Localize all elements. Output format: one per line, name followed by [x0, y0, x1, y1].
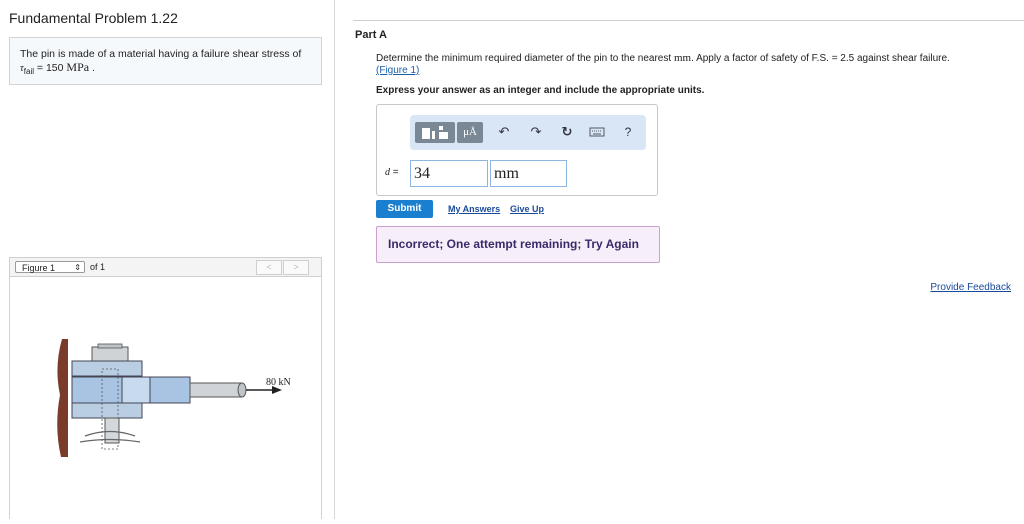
math-toolbar: μÅ ↶ ↷ ↻ ? [410, 115, 646, 150]
feedback-message: Incorrect; One attempt remaining; Try Ag… [376, 226, 660, 263]
rod-eye [121, 376, 151, 404]
tension-rod [189, 382, 243, 398]
help-icon[interactable]: ? [620, 124, 636, 140]
prev-figure-button[interactable]: < [256, 260, 282, 275]
next-figure-button[interactable]: > [283, 260, 309, 275]
figure-select-value: Figure 1 [22, 263, 56, 273]
tau-subscript: fail [23, 67, 34, 77]
figure-nav-bar: Figure 1 ⇕ of 1 < > [9, 257, 322, 277]
bolt-head-top [97, 343, 123, 349]
question-post: . Apply a factor of safety of F.S. = 2.5… [691, 53, 950, 64]
divider-line [353, 20, 1024, 21]
question-pre: Determine the minimum required diameter … [376, 53, 674, 64]
undo-icon[interactable]: ↶ [496, 124, 512, 140]
my-answers-link[interactable]: My Answers [448, 204, 500, 214]
keyboard-icon[interactable] [589, 124, 605, 144]
figure-count-label: of 1 [90, 262, 106, 272]
tau-period: . [89, 62, 95, 74]
tau-unit: MPa [66, 60, 90, 74]
answer-equals: = [390, 167, 399, 178]
bolt-head [91, 346, 129, 362]
templates-button[interactable] [415, 122, 455, 143]
instruction-text: Express your answer as an integer and in… [376, 85, 705, 96]
answer-box: μÅ ↶ ↷ ↻ ? d = 34 mm [376, 104, 658, 196]
answer-panel: Part A Determine the minimum required di… [335, 0, 1024, 519]
question-text: Determine the minimum required diameter … [376, 52, 1016, 77]
intro-text: The pin is made of a material having a f… [20, 48, 302, 60]
top-plate [71, 360, 143, 377]
figure-select[interactable]: Figure 1 ⇕ [15, 261, 85, 273]
part-label: Part A [355, 29, 387, 41]
problem-panel: Fundamental Problem 1.22 The pin is made… [0, 0, 335, 519]
problem-intro: The pin is made of a material having a f… [9, 37, 322, 85]
pin-connection-diagram: 80 kN [57, 339, 291, 457]
submit-button[interactable]: Submit [376, 200, 433, 218]
figure-link[interactable]: (Figure 1) [376, 65, 419, 76]
give-up-link[interactable]: Give Up [510, 204, 544, 214]
select-arrows-icon: ⇕ [74, 263, 81, 272]
provide-feedback-link[interactable]: Provide Feedback [930, 282, 1011, 293]
units-button[interactable]: μÅ [457, 122, 483, 143]
tau-value: = 150 [34, 62, 67, 74]
question-unit: mm [673, 52, 692, 64]
redo-icon[interactable]: ↷ [528, 124, 544, 140]
load-label: 80 kN [266, 377, 291, 388]
problem-title: Fundamental Problem 1.22 [9, 10, 178, 26]
keyboard-glyph [589, 127, 605, 137]
bottom-plate [71, 402, 143, 419]
reset-icon[interactable]: ↻ [559, 124, 575, 140]
figure-area: 80 kN [9, 277, 322, 519]
answer-value-input[interactable]: 34 [410, 160, 488, 187]
answer-unit-input[interactable]: mm [490, 160, 567, 187]
wall-shape [57, 339, 68, 457]
templates-icon [422, 126, 448, 139]
rod-end [237, 382, 247, 398]
answer-variable-label: d = [385, 167, 399, 178]
